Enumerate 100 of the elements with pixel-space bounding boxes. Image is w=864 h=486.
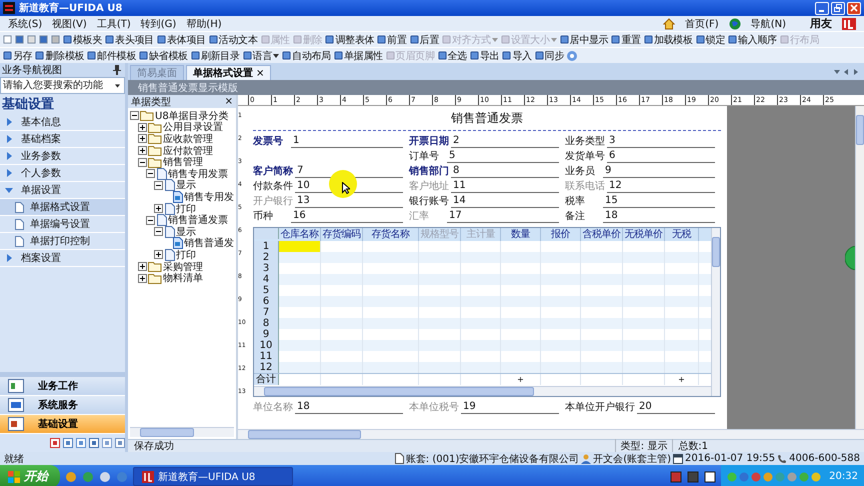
tree-item[interactable]: 应付款管理	[163, 144, 213, 158]
tree-item[interactable]: 销售专用发	[184, 190, 234, 204]
toolbar-button[interactable]: 后置	[408, 32, 440, 46]
nav-item[interactable]: 单据打印控制	[0, 233, 125, 250]
toolbar-button[interactable]: 表体项目	[156, 32, 207, 46]
toolbar-button[interactable]: 同步	[534, 48, 566, 62]
vertical-scrollbar[interactable]	[711, 228, 720, 396]
tree-item[interactable]: 物料清单	[163, 271, 203, 286]
expand-icon[interactable]	[154, 204, 163, 214]
expand-icon[interactable]	[138, 122, 147, 132]
toolbar-button[interactable]: 自动布局	[281, 48, 332, 62]
nav-group[interactable]: 业务参数	[0, 148, 125, 165]
field-value[interactable]: 1	[291, 135, 403, 148]
save-button[interactable]	[14, 35, 25, 44]
collapse-icon[interactable]	[138, 158, 147, 167]
module-button[interactable]: 业务工作	[0, 377, 125, 396]
tree-item[interactable]: 销售普通发票	[168, 213, 228, 228]
menu-item[interactable]: 视图(V)	[52, 16, 87, 30]
field-value[interactable]: 15	[603, 195, 715, 208]
toolbar-button[interactable]: 另存	[2, 48, 34, 62]
menu-item[interactable]: 工具(T)	[96, 16, 131, 30]
search-field[interactable]: 请输入您要搜索的功能	[0, 77, 125, 94]
vertical-scrollbar[interactable]	[855, 106, 864, 429]
nav-group[interactable]: 个人参数	[0, 165, 125, 182]
tray-icon[interactable]	[704, 470, 716, 482]
horizontal-scrollbar[interactable]	[238, 429, 864, 439]
collapse-icon[interactable]	[130, 111, 139, 120]
field-value[interactable]: 14	[451, 195, 559, 208]
tree-item[interactable]: 显示	[176, 224, 196, 239]
field-value[interactable]: 19	[461, 401, 559, 414]
tree-item[interactable]: 显示	[176, 178, 196, 192]
toolbar-button[interactable]: 全选	[436, 48, 468, 62]
field-value[interactable]: 2	[451, 135, 559, 148]
redo-button[interactable]	[50, 35, 61, 44]
tree-item[interactable]: 销售普通发	[184, 236, 234, 250]
toolbar-button[interactable]: 删除模板	[34, 48, 86, 62]
toolbar-button[interactable]: 单据属性	[332, 48, 384, 62]
table-row[interactable]: 2	[254, 252, 711, 263]
tree-item[interactable]: 打印	[176, 248, 196, 262]
field-value[interactable]: 11	[451, 180, 559, 193]
field-value[interactable]: 16	[291, 210, 403, 223]
nav-item[interactable]: 单据格式设置	[0, 199, 125, 216]
toolbar-button[interactable]: 调整表体	[324, 32, 376, 46]
field-value[interactable]: 3	[607, 135, 715, 148]
tree-item[interactable]: 销售管理	[163, 155, 203, 170]
field-value[interactable]: 18	[295, 401, 403, 414]
toolbar-button[interactable]: 锁定	[694, 32, 726, 46]
field-value[interactable]: 18	[603, 210, 715, 223]
toolbar-button[interactable]: 输入顺序	[727, 32, 778, 46]
menu-item[interactable]: 帮助(H)	[186, 16, 222, 30]
new-button[interactable]	[2, 35, 13, 44]
field-value[interactable]: 17	[447, 210, 559, 223]
undo-button[interactable]	[38, 35, 49, 44]
field-value[interactable]: 9	[603, 165, 715, 178]
pin-icon[interactable]	[113, 65, 121, 75]
tree-item[interactable]: U8单据目录分类	[155, 108, 229, 123]
preview-button[interactable]	[26, 35, 37, 44]
tree-item[interactable]: 应收款管理	[163, 132, 213, 146]
toolbar-button[interactable]: 语言	[242, 48, 280, 62]
menu-item[interactable]: 系统(S)	[8, 16, 42, 30]
tree-item[interactable]: 采购管理	[163, 260, 203, 274]
nav-item[interactable]: 单据编号设置	[0, 216, 125, 233]
menu-item[interactable]: 转到(G)	[140, 16, 176, 30]
close-button[interactable]: ×	[224, 96, 233, 107]
horizontal-scrollbar[interactable]	[254, 386, 711, 396]
toolbar-button[interactable]: 居中显示	[558, 32, 610, 46]
toolbar-button[interactable]: 缺省模板	[138, 48, 189, 62]
toolbar-button[interactable]: 导入	[501, 48, 533, 62]
home-link[interactable]: 首页(F)	[685, 16, 719, 30]
field-value[interactable]: 12	[607, 180, 715, 193]
restore-button[interactable]	[831, 2, 845, 14]
selected-cell[interactable]	[279, 241, 321, 252]
quick-launch-icon[interactable]	[65, 470, 77, 482]
taskbar-button[interactable]: 新道教育—UFIDA U8	[133, 467, 293, 486]
module-button[interactable]: 系统服务	[0, 396, 125, 415]
module-button[interactable]: 基础设置	[0, 415, 125, 434]
table-row[interactable]: 8	[254, 318, 711, 329]
nav-group[interactable]: 基础档案	[0, 131, 125, 148]
collapse-icon[interactable]	[154, 180, 163, 190]
expand-icon[interactable]	[154, 250, 163, 260]
toolbar-button[interactable]: 重置	[610, 32, 642, 46]
toolbar-button[interactable]: 前置	[376, 32, 408, 46]
table-row[interactable]: 4	[254, 274, 711, 285]
toolbar-button[interactable]: 导出	[468, 48, 500, 62]
expand-icon[interactable]	[138, 262, 147, 272]
close-button[interactable]	[847, 2, 861, 14]
minimize-button[interactable]	[815, 2, 829, 14]
tree-item[interactable]: 销售专用发票	[168, 166, 228, 181]
tree-item[interactable]: 公用目录设置	[163, 120, 223, 134]
field-value[interactable]: 5	[447, 150, 559, 163]
toolbar-button[interactable]: 模板夹	[62, 32, 104, 46]
horizontal-scrollbar[interactable]	[130, 427, 234, 437]
tab-scroll-icon[interactable]	[834, 69, 860, 75]
nav-group[interactable]: 基本信息	[0, 114, 125, 131]
expand-icon[interactable]	[138, 134, 147, 144]
help-icon[interactable]	[566, 50, 578, 62]
toolbar-button[interactable]: 加载模板	[642, 32, 694, 46]
expand-icon[interactable]	[138, 146, 147, 156]
expand-icon[interactable]	[138, 274, 147, 283]
field-value[interactable]: 20	[637, 401, 715, 414]
